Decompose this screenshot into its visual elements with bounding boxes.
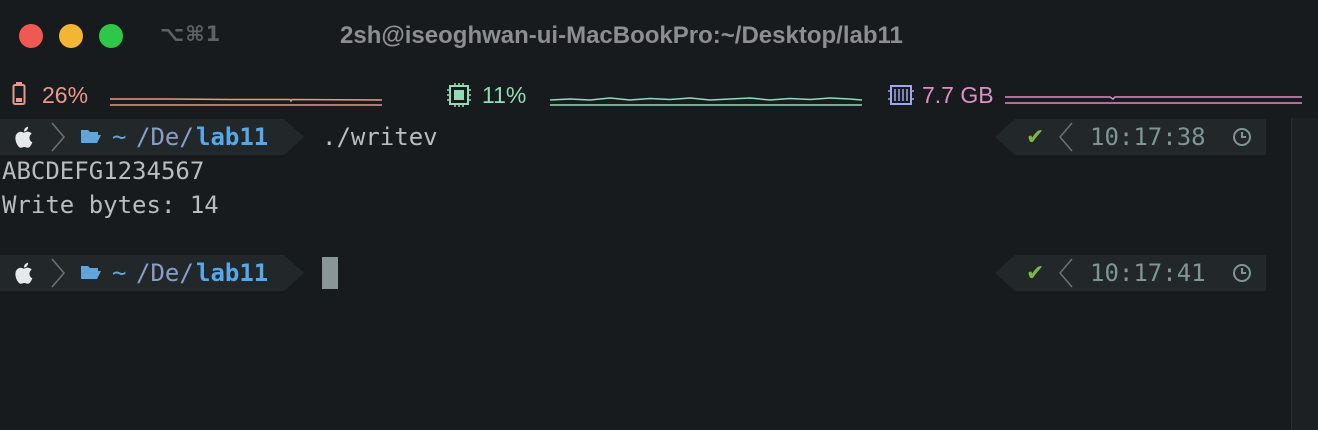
chevron-right-icon [51, 258, 65, 288]
battery-sparkline [110, 98, 382, 106]
success-check-icon: ✔ [1026, 261, 1045, 286]
chevron-left-icon [1059, 258, 1073, 288]
open-folder-icon [81, 130, 101, 143]
memory-sparkline [1005, 96, 1302, 104]
path-parent: /De/ [136, 123, 194, 151]
path-home: ~ [112, 259, 127, 287]
path-parent: /De/ [136, 259, 194, 287]
memory-usage: 7.7 GB [922, 82, 994, 108]
terminal-content[interactable]: ~ /De/ lab11 ./writev ✔ 10:17:38 ABCDEFG… [0, 118, 1290, 430]
tab-shortcut-label: ⌥⌘1 [160, 22, 222, 46]
prompt-line: ~ /De/ lab11 ./writev ✔ 10:17:38 [0, 119, 1290, 155]
apple-icon [15, 262, 33, 284]
path-current-dir: lab11 [196, 259, 269, 287]
close-window-button[interactable] [19, 24, 43, 48]
path-home: ~ [112, 123, 127, 151]
chevron-right-icon [51, 122, 65, 152]
clock-icon [1233, 264, 1251, 282]
terminal-scrollbar[interactable] [1291, 118, 1318, 430]
cpu-percent: 11% [482, 82, 527, 108]
command-text: ./writev [322, 123, 438, 151]
memory-icon [888, 85, 914, 105]
chevron-left-icon [1059, 122, 1073, 152]
path-current-dir: lab11 [196, 123, 269, 151]
title-bar: ⌥⌘1 2sh@iseoghwan-ui-MacBookPro:~/Deskto… [0, 0, 1318, 72]
text-cursor[interactable] [322, 257, 338, 289]
terminal-window: ⌥⌘1 2sh@iseoghwan-ui-MacBookPro:~/Deskto… [0, 0, 1318, 430]
battery-icon [12, 82, 26, 105]
maximize-window-button[interactable] [99, 24, 123, 48]
output-line: Write bytes: 14 [2, 191, 219, 219]
clock-icon [1233, 128, 1251, 146]
prompt-line: ~ /De/ lab11 ✔ 10:17:41 [0, 255, 1290, 291]
prompt-time: 10:17:38 [1090, 123, 1206, 151]
prompt-time: 10:17:41 [1090, 259, 1206, 287]
cpu-sparkline [550, 97, 862, 106]
battery-percent: 26% [42, 82, 89, 108]
window-title: 2sh@iseoghwan-ui-MacBookPro:~/Desktop/la… [340, 22, 903, 49]
open-folder-icon [81, 266, 101, 279]
output-line: ABCDEFG1234567 [2, 157, 205, 185]
minimize-window-button[interactable] [59, 24, 83, 48]
cpu-chip-icon [447, 83, 471, 107]
success-check-icon: ✔ [1026, 125, 1045, 150]
apple-icon [15, 126, 33, 148]
